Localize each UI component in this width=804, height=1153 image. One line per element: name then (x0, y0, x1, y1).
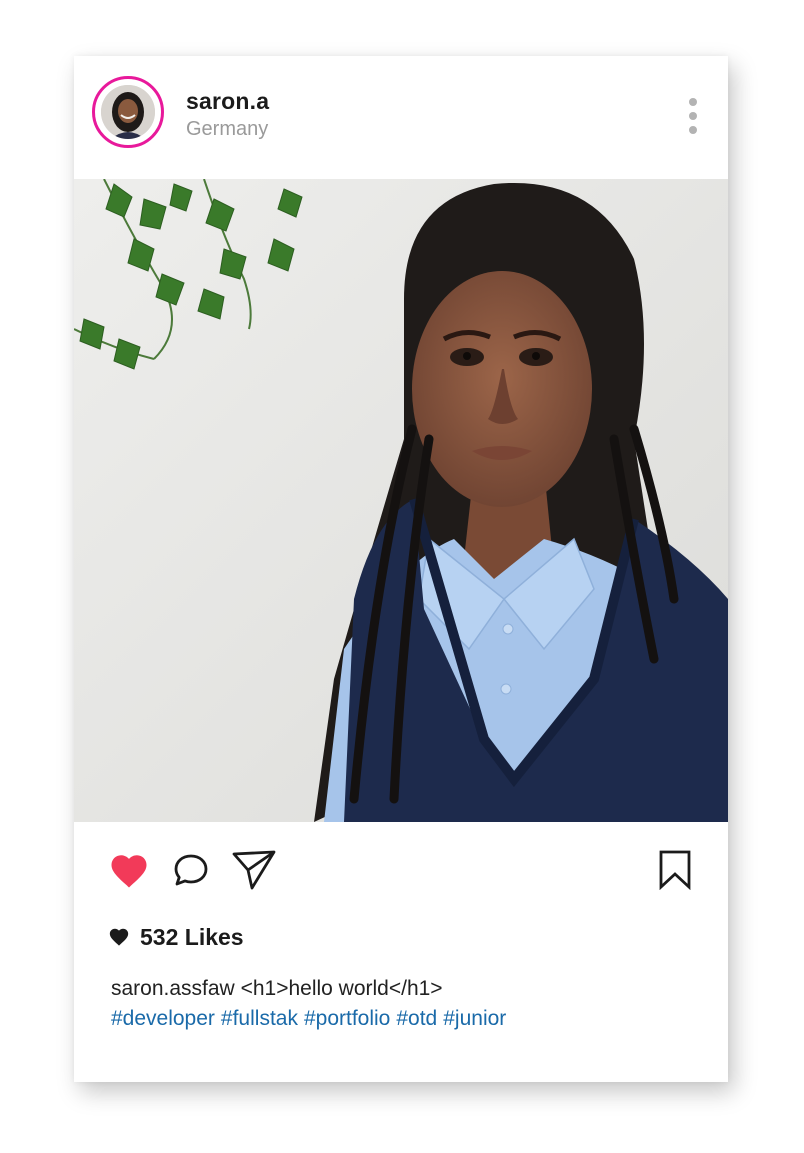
hashtag[interactable]: #portfolio (304, 1007, 390, 1030)
hashtag-list: #developer #fullstak #portfolio #otd #junior (111, 1004, 512, 1034)
action-bar (74, 822, 728, 922)
hashtag[interactable]: #otd (396, 1007, 437, 1030)
heart-icon[interactable] (108, 850, 150, 892)
avatar-image (101, 85, 155, 139)
caption: saron.assfaw <h1>hello world</h1> (111, 974, 443, 1004)
caption-text: <h1>hello world</h1> (240, 977, 443, 1000)
location[interactable]: Germany (186, 118, 268, 141)
bookmark-icon[interactable] (658, 850, 692, 891)
comment-bubble-icon[interactable] (171, 850, 211, 890)
post-card: saron.a Germany 532 Likes saron.assfaw <… (74, 56, 728, 1082)
avatar[interactable] (92, 76, 164, 148)
caption-username[interactable]: saron.assfaw (111, 977, 235, 1000)
hashtag[interactable]: #fullstak (221, 1007, 298, 1030)
small-heart-icon (109, 928, 129, 946)
paper-plane-icon[interactable] (230, 848, 278, 892)
likes-label: 532 Likes (140, 923, 244, 950)
hashtag[interactable]: #junior (443, 1007, 506, 1030)
username[interactable]: saron.a (186, 88, 269, 115)
vertical-ellipsis-icon[interactable] (678, 96, 708, 140)
post-photo[interactable] (74, 179, 728, 822)
post-header: saron.a Germany (74, 56, 728, 179)
hashtag[interactable]: #developer (111, 1007, 215, 1030)
likes-count[interactable]: 532 Likes (108, 922, 244, 952)
